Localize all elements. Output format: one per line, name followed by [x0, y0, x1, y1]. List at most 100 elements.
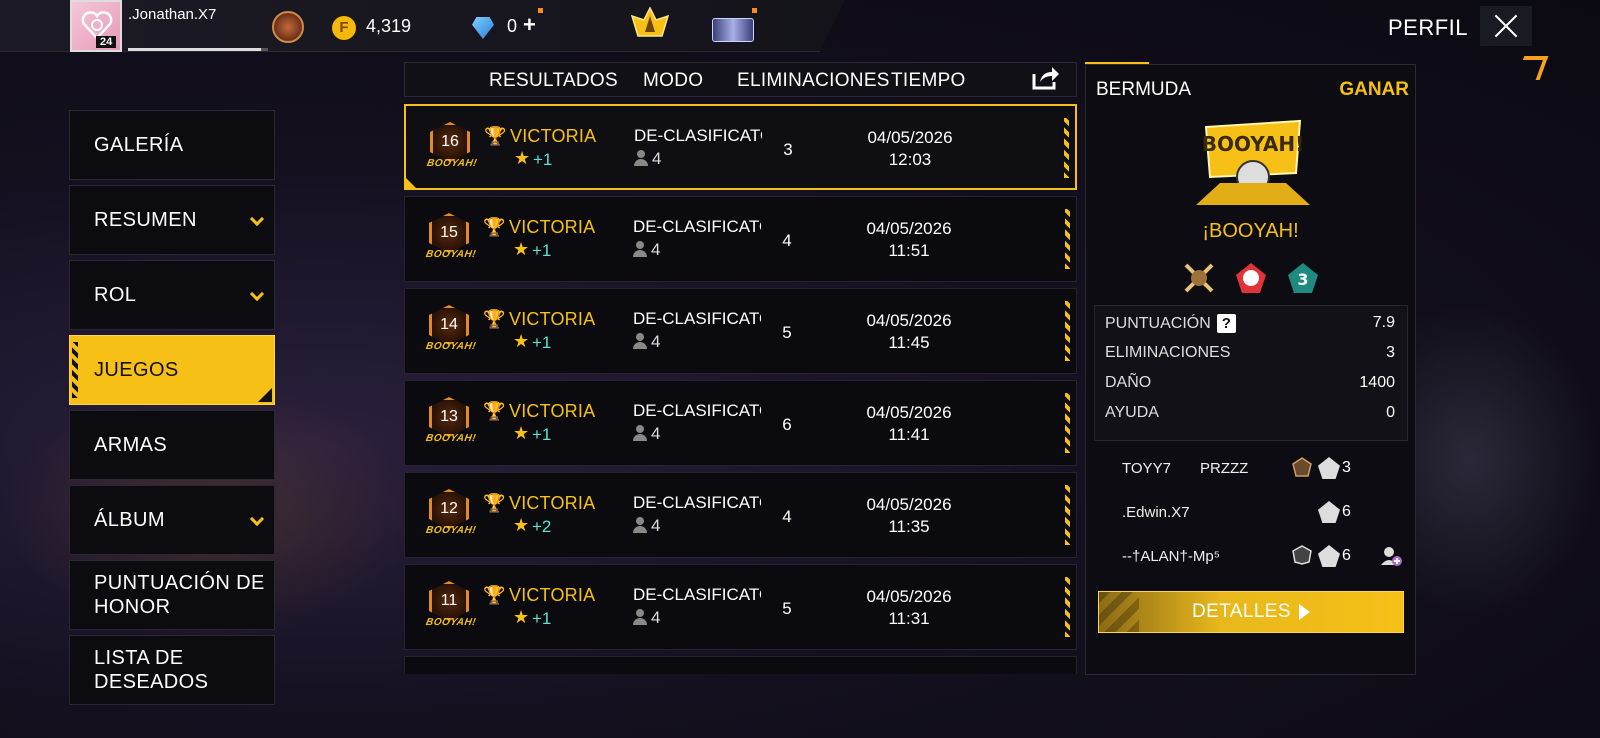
skull-medal-icon[interactable]	[1234, 261, 1268, 295]
booyah-badge-icon: 16 BOOYAH!	[422, 120, 480, 178]
match-row[interactable]: 16 BOOYAH! 🏆VICTORIA★+1 DE-CLASIFICATORIA 4 3…	[404, 104, 1077, 190]
rank-crest-icon[interactable]	[630, 6, 670, 44]
sidebar-item-6[interactable]: PUNTUACIÓN DE HONOR	[69, 560, 275, 630]
kill-count: 3	[783, 140, 793, 159]
chevron-down-icon	[249, 211, 265, 227]
match-date: 04/05/2026	[866, 311, 952, 330]
kill-count: 4	[782, 507, 792, 526]
match-mode: DE-CLASIFICATORIA	[633, 401, 761, 420]
skull-kill-icon	[1318, 501, 1340, 523]
help-icon[interactable]: ?	[1216, 314, 1236, 333]
row-stripe	[1065, 577, 1070, 637]
team-member-row[interactable]: --†ALAN†-Mp⁵ 6	[1094, 535, 1408, 579]
star-icon: ★	[514, 148, 531, 168]
rank-gain: +1	[533, 150, 553, 169]
sidebar-item-3[interactable]: JUEGOS	[69, 335, 275, 405]
add-friend-icon[interactable]	[1380, 545, 1402, 567]
star-icon: ★	[513, 423, 530, 443]
triple-kill-medal-icon[interactable]: 3	[1286, 261, 1320, 295]
sidebar-item-label: ROL	[94, 284, 137, 306]
match-stats: PUNTUACIÓN? 7.9 ELIMINACIONES 3 DAÑO 1400 AYUD…	[1094, 305, 1408, 441]
match-result: VICTORIA	[509, 309, 596, 329]
match-result: VICTORIA	[509, 585, 596, 605]
match-row[interactable]: 14 BOOYAH! 🏆VICTORIA★+1 DE-CLASIFICATORIA 4 5…	[404, 288, 1077, 374]
trophy-icon: 🏆	[484, 126, 507, 146]
sidebar-item-2[interactable]: ROL	[69, 260, 275, 330]
details-label: DETALLES	[1192, 601, 1291, 622]
row-stripe	[1065, 485, 1070, 545]
page-title: PERFIL	[1388, 15, 1469, 40]
add-diamonds-button[interactable]: +	[523, 12, 536, 38]
sidebar-item-label: RESUMEN	[94, 209, 197, 231]
person-icon	[633, 425, 647, 441]
stat-label-text: PUNTUACIÓN	[1105, 315, 1211, 332]
team-member-row[interactable]: .Edwin.X7 6	[1094, 491, 1408, 535]
match-outcome: GANAR	[1339, 79, 1409, 100]
match-row[interactable]	[404, 656, 1077, 674]
match-row[interactable]: 15 BOOYAH! 🏆VICTORIA★+1 DE-CLASIFICATORIA 4 4…	[404, 196, 1077, 282]
notification-dot	[752, 8, 757, 13]
squad-size: 4	[651, 240, 661, 259]
booyah-badge-icon: 12 BOOYAH!	[421, 487, 479, 545]
sidebar-item-4[interactable]: ARMAS	[69, 410, 275, 480]
match-list: 16BOOYAH!🏆VICTORIA★+1DE-CLASIFICATORIA43…	[404, 104, 1077, 674]
badge-text: BOOYAH!	[425, 249, 477, 260]
stat-value: 1400	[1359, 374, 1395, 391]
match-date: 04/05/2026	[866, 403, 952, 422]
diamond-count: 0	[507, 16, 518, 36]
sidebar-item-0[interactable]: GALERÍA	[69, 110, 275, 180]
medals-row: 3	[1182, 261, 1322, 297]
match-row[interactable]: 13 BOOYAH! 🏆VICTORIA★+1 DE-CLASIFICATORIA 4 6…	[404, 380, 1077, 466]
badge-number: 11	[440, 592, 458, 609]
svg-text:3: 3	[1297, 270, 1308, 289]
close-button[interactable]	[1480, 6, 1532, 46]
team-list: TOYY7 PRZZZ 3 .Edwin.X7 6 --†ALAN†-Mp⁵ 6	[1094, 447, 1408, 583]
stat-value: 7.9	[1372, 314, 1395, 331]
sidebar-item-label: GALERÍA	[94, 134, 184, 156]
match-time: 11:31	[888, 609, 930, 628]
match-time: 11:35	[888, 517, 930, 536]
map-name: BERMUDA	[1096, 79, 1192, 100]
person-icon	[633, 241, 647, 257]
crossed-weapons-medal-icon[interactable]	[1182, 261, 1216, 295]
person-icon	[633, 517, 647, 533]
sidebar-item-label: JUEGOS	[94, 359, 179, 381]
squad-size: 4	[651, 516, 661, 535]
match-row[interactable]: 11 BOOYAH! 🏆VICTORIA★+1 DE-CLASIFICATORIA 4 5…	[404, 564, 1077, 650]
membership-card-icon[interactable]	[712, 18, 754, 42]
match-date: 04/05/2026	[866, 495, 952, 514]
sidebar-item-7[interactable]: LISTA DE DESEADOS	[69, 635, 275, 705]
player-name: .Edwin.X7	[1122, 504, 1190, 521]
header-kills: ELIMINACIONES	[737, 70, 890, 91]
share-icon[interactable]	[1030, 64, 1060, 92]
rank-gain: +1	[532, 609, 552, 628]
stat-value: 3	[1386, 344, 1395, 361]
trophy-icon: 🏆	[483, 493, 506, 513]
chevron-down-icon	[249, 286, 265, 302]
sidebar-item-label: ÁLBUM	[94, 509, 165, 531]
booyah-art-text: BOOYAH!	[1202, 132, 1304, 156]
rank-badge-icon[interactable]	[272, 11, 304, 43]
match-mode: DE-CLASIFICATORIA	[633, 217, 761, 236]
match-mode: DE-CLASIFICATORIA	[633, 493, 761, 512]
sidebar-item-5[interactable]: ÁLBUM	[69, 485, 275, 555]
trophy-icon: 🏆	[483, 401, 506, 421]
match-time: 11:41	[888, 425, 930, 444]
squad-size: 4	[652, 149, 662, 168]
skull-kill-icon	[1318, 545, 1340, 567]
badge-text: BOOYAH!	[425, 525, 477, 536]
team-member-row[interactable]: TOYY7 PRZZZ 3	[1094, 447, 1408, 491]
match-row[interactable]: 12 BOOYAH! 🏆VICTORIA★+2 DE-CLASIFICATORIA 4 4…	[404, 472, 1077, 558]
match-result: VICTORIA	[509, 401, 596, 421]
header-results: RESULTADOS	[489, 70, 618, 91]
person-icon	[634, 150, 648, 166]
kill-count: 5	[782, 323, 792, 342]
kill-count: 5	[782, 599, 792, 618]
match-date: 04/05/2026	[866, 219, 952, 238]
details-button[interactable]: DETALLES	[1098, 591, 1404, 633]
coin-count: 4,319	[366, 16, 412, 36]
match-result: VICTORIA	[509, 217, 596, 237]
match-mode: DE-CLASIFICATORIA	[633, 585, 761, 604]
sidebar-item-1[interactable]: RESUMEN	[69, 185, 275, 255]
rank-gain: +1	[532, 241, 552, 260]
